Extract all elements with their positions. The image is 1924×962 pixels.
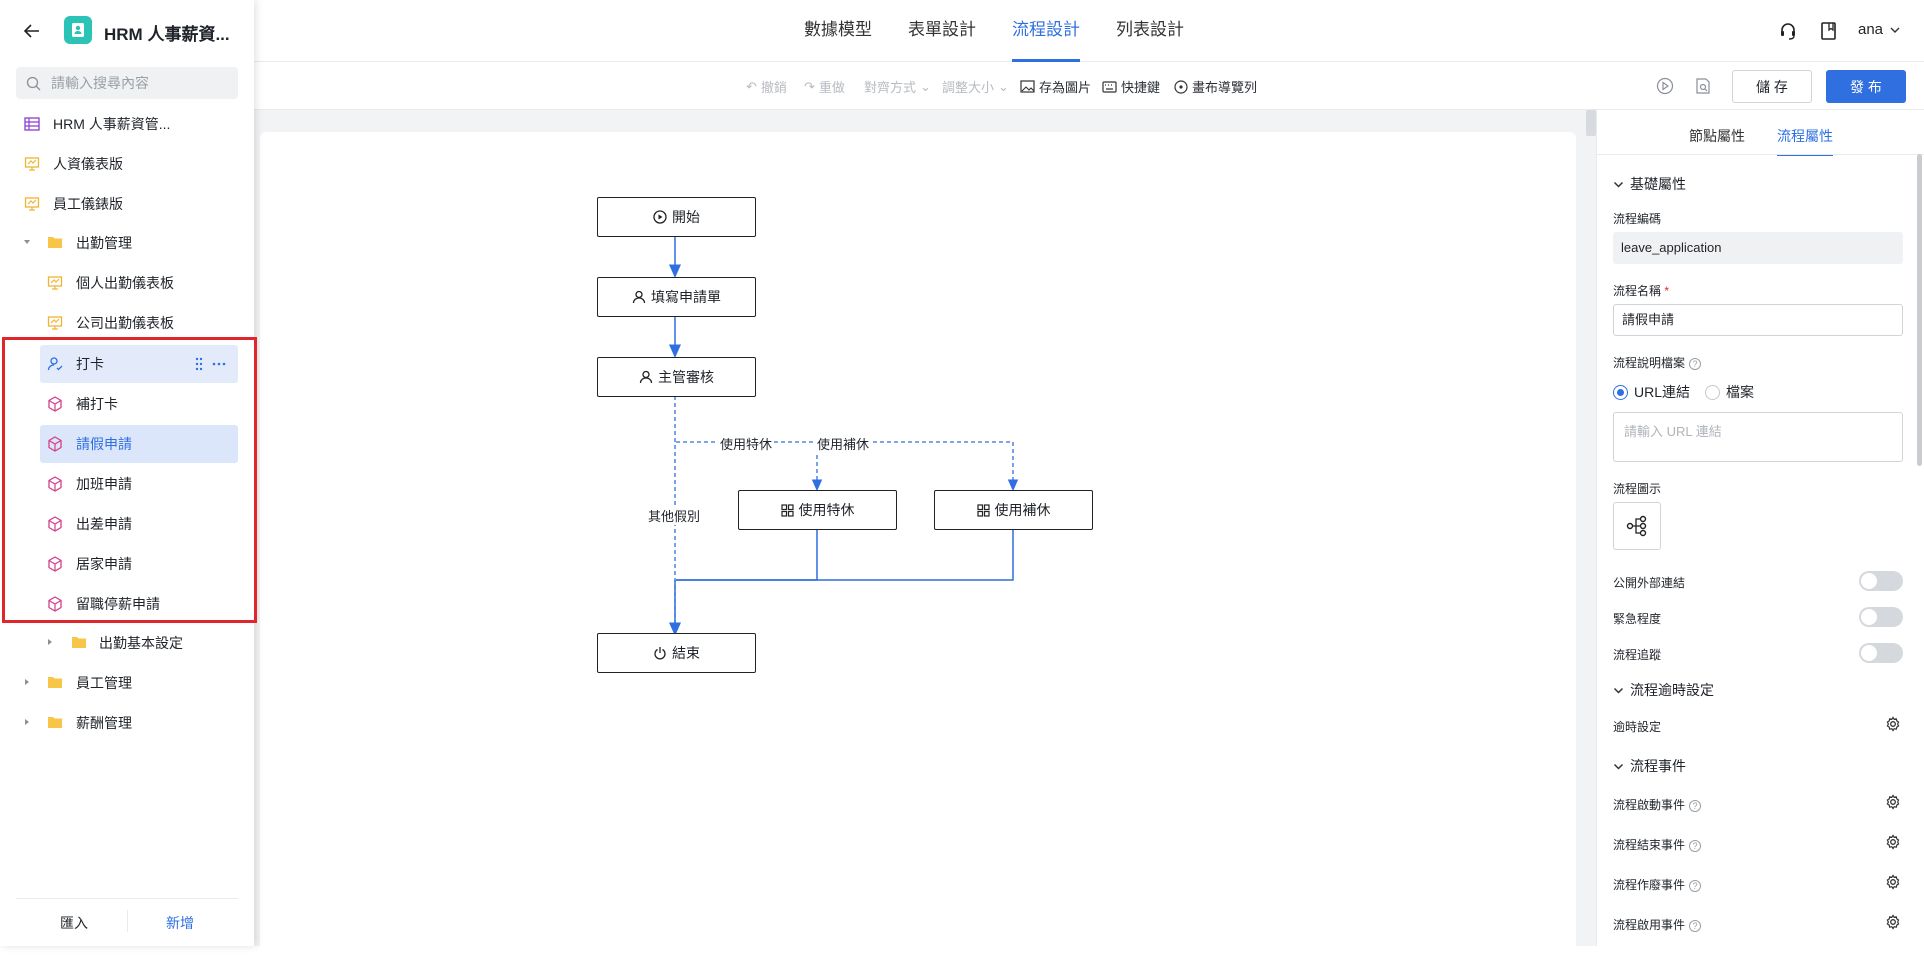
grid-icon <box>976 503 990 517</box>
sidebar-item-personal-attendance[interactable]: 個人出勤儀表板 <box>0 265 254 301</box>
sidebar-folder-payroll[interactable]: 薪酬管理 <box>0 705 254 741</box>
flow-node-comp-leave[interactable]: 使用補休 <box>934 490 1093 530</box>
sidebar-folder-employee[interactable]: 員工管理 <box>0 665 254 701</box>
cube-icon <box>47 556 63 572</box>
node-label: 主管審核 <box>658 369 714 385</box>
cube-icon <box>47 516 63 532</box>
flow-node-approve[interactable]: 主管審核 <box>597 357 756 397</box>
app-logo-icon <box>64 16 92 44</box>
sidebar-item-label: 個人出勤儀表板 <box>76 275 174 291</box>
caret-right-icon <box>22 677 32 687</box>
caret-down-icon <box>22 237 32 247</box>
search-placeholder: 請輸入搜尋內容 <box>51 75 149 91</box>
sidebar-folder-attendance-settings[interactable]: 出勤基本設定 <box>0 625 254 661</box>
edge-special-end <box>676 530 818 581</box>
add-button[interactable]: 新增 <box>166 913 194 933</box>
sidebar-item-business-trip[interactable]: 出差申請 <box>0 506 254 542</box>
user-icon <box>632 290 646 304</box>
import-button[interactable]: 匯入 <box>60 913 88 933</box>
caret-right-icon <box>22 717 32 727</box>
folder-icon <box>47 235 63 251</box>
sidebar-item-work-from-home[interactable]: 居家申請 <box>0 546 254 582</box>
sidebar: HRM 人事薪資... 請輸入搜尋內容 HRM 人事薪資管... 人資儀表版 員… <box>0 0 254 946</box>
user-icon <box>639 370 653 384</box>
sidebar-item-label: 出勤管理 <box>76 235 132 251</box>
play-circle-icon <box>653 210 667 224</box>
edge-label-special: 使用特休 <box>718 434 775 453</box>
sidebar-item-label: 人資儀表版 <box>53 156 123 172</box>
sidebar-item-label: 居家申請 <box>76 556 132 572</box>
sidebar-item-unpaid-leave[interactable]: 留職停薪申請 <box>0 586 254 622</box>
user-form-icon <box>47 356 63 372</box>
dashboard-icon <box>47 275 63 291</box>
dashboard-icon <box>47 315 63 331</box>
edge-label-other: 其他假別 <box>646 506 703 525</box>
divider <box>127 910 128 932</box>
sidebar-item-overtime[interactable]: 加班申請 <box>0 466 254 502</box>
sidebar-item-company-attendance[interactable]: 公司出勤儀表板 <box>0 305 254 341</box>
dashboard-icon <box>24 196 40 212</box>
node-label: 開始 <box>672 209 700 225</box>
node-label: 使用補休 <box>994 502 1051 518</box>
sidebar-folder-attendance[interactable]: 出勤管理 <box>0 225 254 261</box>
node-label: 結束 <box>672 645 700 661</box>
sidebar-item-label: 加班申請 <box>76 476 132 492</box>
flow-node-end[interactable]: 結束 <box>597 633 756 673</box>
more-icon[interactable] <box>212 362 226 366</box>
cube-icon <box>47 476 63 492</box>
power-icon <box>653 646 667 660</box>
sidebar-item-label: HRM 人事薪資管... <box>53 116 171 132</box>
app-title: HRM 人事薪資... <box>104 25 230 44</box>
sidebar-item-label: 補打卡 <box>76 396 118 412</box>
folder-icon <box>47 675 63 691</box>
sidebar-item-label: 公司出勤儀表板 <box>76 315 174 331</box>
drag-handle-icon[interactable] <box>195 357 203 371</box>
edge-label-comp: 使用補休 <box>815 434 872 453</box>
node-label: 填寫申請單 <box>651 289 721 305</box>
sidebar-item-label: 出勤基本設定 <box>99 635 183 651</box>
flow-node-fill-form[interactable]: 填寫申請單 <box>597 277 756 317</box>
edge-comp-end <box>676 530 1014 581</box>
cube-icon <box>47 436 63 452</box>
caret-right-icon <box>45 637 55 647</box>
sidebar-item-label: 請假申請 <box>76 436 132 452</box>
search-icon <box>26 76 41 91</box>
flow-node-special-leave[interactable]: 使用特休 <box>738 490 897 530</box>
sidebar-item-clock-in[interactable]: 打卡 <box>0 346 254 382</box>
sidebar-item-label: 打卡 <box>76 356 104 372</box>
cube-icon <box>47 596 63 612</box>
table-icon <box>24 116 40 132</box>
sidebar-item-label: 員工儀錶版 <box>53 196 123 212</box>
sidebar-item-leave-request[interactable]: 請假申請 <box>0 426 254 462</box>
sidebar-item-label: 員工管理 <box>76 675 132 691</box>
folder-icon <box>47 715 63 731</box>
flow-node-start[interactable]: 開始 <box>597 197 756 237</box>
flow-edges <box>669 236 1019 636</box>
sidebar-item-missed-punch[interactable]: 補打卡 <box>0 386 254 422</box>
sidebar-item-label: 留職停薪申請 <box>76 596 160 612</box>
grid-icon <box>780 503 794 517</box>
cube-icon <box>47 396 63 412</box>
dashboard-icon <box>24 156 40 172</box>
sidebar-item-label: 薪酬管理 <box>76 715 132 731</box>
node-label: 使用特休 <box>798 502 855 518</box>
sidebar-item-employee-dashboard[interactable]: 員工儀錶版 <box>0 186 254 222</box>
divider <box>16 898 238 899</box>
search-input[interactable]: 請輸入搜尋內容 <box>16 67 238 99</box>
sidebar-item-hr-dashboard[interactable]: 人資儀表版 <box>0 146 254 182</box>
sidebar-item-label: 出差申請 <box>76 516 132 532</box>
folder-icon <box>71 635 87 651</box>
sidebar-item-hrm-table[interactable]: HRM 人事薪資管... <box>0 106 254 142</box>
back-arrow-icon[interactable] <box>22 21 42 41</box>
